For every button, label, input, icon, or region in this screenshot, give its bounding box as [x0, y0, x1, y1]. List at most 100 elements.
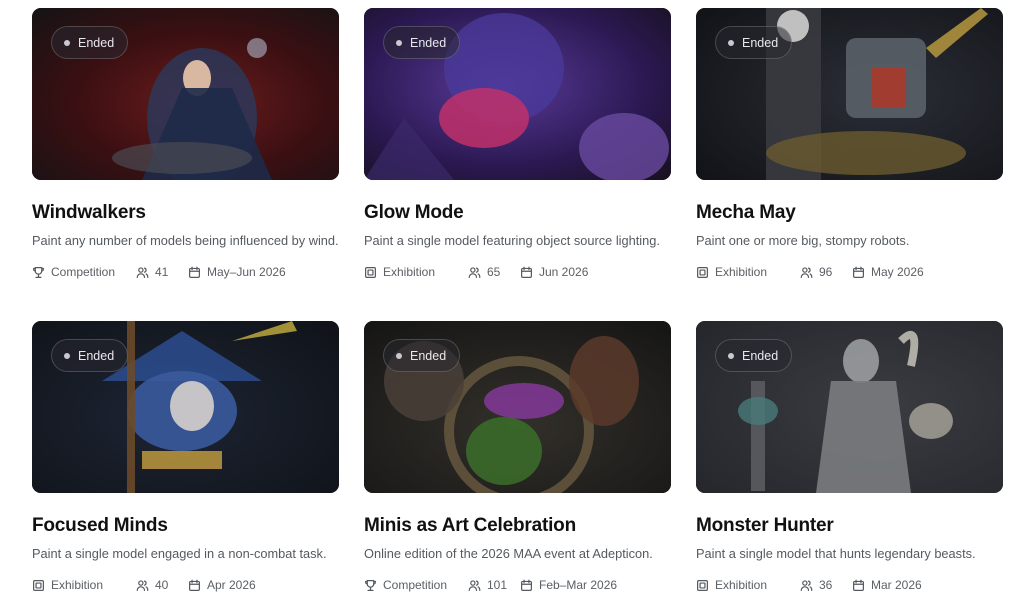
- challenge-description: Paint one or more big, stompy robots.: [696, 233, 910, 248]
- participant-count: 41: [136, 265, 188, 279]
- participant-count: 40: [136, 578, 188, 592]
- challenge-meta: Competition 41 May–Jun 2026: [32, 265, 339, 279]
- participant-count: 101: [468, 578, 520, 592]
- challenge-description: Online edition of the 2026 MAA event at …: [364, 546, 653, 561]
- challenge-description: Paint a single model engaged in a non-co…: [32, 546, 327, 561]
- participant-count-value: 96: [819, 265, 833, 279]
- status-dot-icon: [64, 352, 70, 359]
- trophy-icon: [365, 579, 376, 591]
- challenge-title[interactable]: Minis as Art Celebration: [364, 515, 671, 537]
- participant-count: 65: [468, 265, 520, 279]
- challenge-card[interactable]: Ended Focused Minds Paint a single model…: [32, 321, 339, 605]
- status-dot-icon: [728, 39, 734, 46]
- challenge-dates: May 2026: [852, 265, 924, 279]
- calendar-icon: [853, 579, 864, 591]
- participant-count-value: 65: [487, 265, 501, 279]
- challenge-card[interactable]: Ended Monster Hunter Paint a single mode…: [696, 321, 1003, 605]
- challenge-thumbnail[interactable]: Ended: [32, 321, 339, 493]
- challenge-dates: May–Jun 2026: [188, 265, 286, 279]
- challenge-card[interactable]: Ended Glow Mode Paint a single model fea…: [364, 8, 671, 321]
- calendar-icon: [189, 579, 200, 591]
- users-icon: [800, 579, 813, 591]
- calendar-icon: [853, 266, 864, 278]
- challenge-card[interactable]: Ended Mecha May Paint one or more big, s…: [696, 8, 1003, 321]
- challenge-dates-label: Jun 2026: [539, 265, 589, 279]
- challenge-type-label: Exhibition: [715, 578, 768, 592]
- challenge-dates-label: May 2026: [871, 265, 924, 279]
- challenge-title[interactable]: Focused Minds: [32, 515, 339, 537]
- participant-count-value: 40: [155, 578, 169, 592]
- users-icon: [468, 579, 481, 591]
- status-dot-icon: [64, 39, 70, 46]
- frame-icon: [697, 579, 708, 591]
- status-dot-icon: [396, 39, 402, 46]
- challenge-title[interactable]: Monster Hunter: [696, 515, 1003, 537]
- challenge-meta: Exhibition 65 Jun 2026: [364, 265, 671, 279]
- challenge-type: Exhibition: [32, 578, 136, 592]
- challenge-type: Exhibition: [364, 265, 468, 279]
- status-label: Ended: [742, 35, 779, 50]
- status-dot-icon: [728, 352, 734, 359]
- challenge-dates: Feb–Mar 2026: [520, 578, 617, 592]
- status-label: Ended: [78, 348, 115, 363]
- status-badge: Ended: [51, 26, 129, 59]
- frame-icon: [33, 579, 44, 591]
- challenge-thumbnail[interactable]: Ended: [32, 8, 339, 180]
- status-badge: Ended: [715, 26, 793, 59]
- challenge-description: Paint a single model that hunts legendar…: [696, 546, 976, 561]
- challenge-type: Exhibition: [696, 265, 800, 279]
- trophy-icon: [33, 266, 44, 278]
- challenge-type: Competition: [364, 578, 468, 592]
- status-label: Ended: [410, 348, 447, 363]
- frame-icon: [365, 266, 376, 278]
- users-icon: [800, 266, 813, 278]
- users-icon: [136, 579, 149, 591]
- participant-count: 96: [800, 265, 852, 279]
- status-badge: Ended: [383, 339, 461, 372]
- challenge-dates-label: Apr 2026: [207, 578, 256, 592]
- calendar-icon: [189, 266, 200, 278]
- challenge-description: Paint any number of models being influen…: [32, 233, 339, 248]
- challenge-dates-label: Mar 2026: [871, 578, 922, 592]
- challenge-grid: Ended Windwalkers Paint any number of mo…: [32, 8, 1003, 605]
- challenge-title[interactable]: Glow Mode: [364, 202, 671, 224]
- challenge-thumbnail[interactable]: Ended: [696, 321, 1003, 493]
- status-label: Ended: [742, 348, 779, 363]
- challenge-card[interactable]: Ended Minis as Art Celebration Online ed…: [364, 321, 671, 605]
- challenge-type: Exhibition: [696, 578, 800, 592]
- challenge-dates: Jun 2026: [520, 265, 588, 279]
- challenge-type-label: Competition: [383, 578, 448, 592]
- challenge-thumbnail[interactable]: Ended: [364, 8, 671, 180]
- participant-count-value: 36: [819, 578, 833, 592]
- status-badge: Ended: [715, 339, 793, 372]
- challenge-meta: Competition 101 Feb–Mar 2026: [364, 578, 671, 592]
- calendar-icon: [521, 579, 532, 591]
- challenge-title[interactable]: Windwalkers: [32, 202, 339, 224]
- participant-count-value: 101: [487, 578, 508, 592]
- challenge-type: Competition: [32, 265, 136, 279]
- challenge-dates-label: Feb–Mar 2026: [539, 578, 618, 592]
- frame-icon: [697, 266, 708, 278]
- challenge-dates: Mar 2026: [852, 578, 922, 592]
- challenge-card[interactable]: Ended Windwalkers Paint any number of mo…: [32, 8, 339, 321]
- status-dot-icon: [396, 352, 402, 359]
- status-badge: Ended: [383, 26, 461, 59]
- status-label: Ended: [78, 35, 115, 50]
- users-icon: [468, 266, 481, 278]
- participant-count: 36: [800, 578, 852, 592]
- challenge-meta: Exhibition 96 May 2026: [696, 265, 1003, 279]
- users-icon: [136, 266, 149, 278]
- calendar-icon: [521, 266, 532, 278]
- challenge-thumbnail[interactable]: Ended: [364, 321, 671, 493]
- status-label: Ended: [410, 35, 447, 50]
- challenge-type-label: Exhibition: [383, 265, 436, 279]
- challenge-type-label: Exhibition: [715, 265, 768, 279]
- challenge-dates: Apr 2026: [188, 578, 256, 592]
- challenge-title[interactable]: Mecha May: [696, 202, 1003, 224]
- challenge-thumbnail[interactable]: Ended: [696, 8, 1003, 180]
- challenge-type-label: Competition: [51, 265, 116, 279]
- status-badge: Ended: [51, 339, 129, 372]
- participant-count-value: 41: [155, 265, 169, 279]
- challenge-dates-label: May–Jun 2026: [207, 265, 286, 279]
- challenge-description: Paint a single model featuring object so…: [364, 233, 660, 248]
